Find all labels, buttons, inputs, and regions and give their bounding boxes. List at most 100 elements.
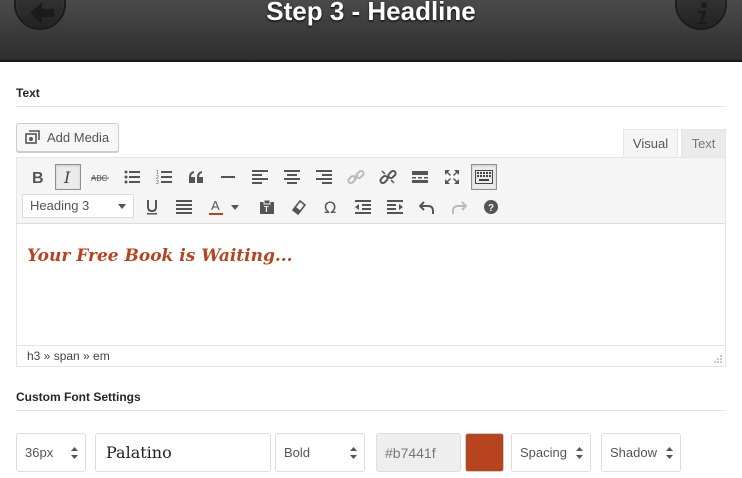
shadow-select[interactable]: Shadow bbox=[601, 433, 681, 472]
horizontal-line-icon bbox=[221, 176, 235, 178]
updown-icon bbox=[666, 447, 673, 459]
help-icon: ? bbox=[484, 200, 498, 214]
svg-text:B: B bbox=[32, 170, 44, 185]
remove-link-button[interactable] bbox=[375, 164, 401, 190]
element-path: h3 » span » em bbox=[27, 349, 110, 363]
text-color-button[interactable]: A bbox=[203, 194, 229, 220]
text-color-dropdown[interactable] bbox=[227, 194, 243, 220]
updown-icon bbox=[71, 447, 78, 459]
headline-text[interactable]: Your Free Book is Waiting... bbox=[27, 246, 715, 266]
color-swatch[interactable] bbox=[465, 433, 504, 472]
format-select-value: Heading 3 bbox=[30, 198, 90, 213]
insert-link-button[interactable] bbox=[343, 164, 369, 190]
color-hex-value: #b7441f bbox=[385, 444, 436, 461]
font-family-value: Palatino bbox=[106, 443, 172, 462]
page-title: Step 3 - Headline bbox=[266, 0, 476, 26]
keyboard-icon bbox=[475, 170, 493, 184]
font-family-input[interactable]: Palatino bbox=[95, 433, 271, 472]
align-left-icon bbox=[252, 170, 268, 184]
bold-icon: B bbox=[32, 170, 44, 185]
numbered-list-icon: 123 bbox=[156, 170, 172, 184]
align-right-icon bbox=[316, 170, 332, 184]
omega-icon: Ω bbox=[324, 199, 336, 215]
horizontal-line-button[interactable] bbox=[215, 164, 241, 190]
bold-button[interactable]: B bbox=[24, 164, 50, 190]
editor-content[interactable]: Your Free Book is Waiting... bbox=[17, 224, 725, 345]
clipboard-icon: T bbox=[260, 199, 274, 214]
clear-formatting-button[interactable] bbox=[286, 194, 312, 220]
fullscreen-icon bbox=[445, 170, 459, 184]
rich-text-editor: B I ABC 123 Heading 3 A T Ω ? Your Free … bbox=[16, 157, 726, 367]
chevron-down-icon bbox=[231, 204, 239, 210]
font-weight-select[interactable]: Bold bbox=[275, 433, 365, 472]
text-color-icon: A bbox=[209, 198, 223, 215]
editor-statusbar: h3 » span » em bbox=[17, 345, 725, 366]
font-size-value: 36px bbox=[25, 445, 54, 460]
align-center-icon bbox=[284, 170, 300, 184]
strikethrough-button[interactable]: ABC bbox=[87, 164, 113, 190]
special-character-button[interactable]: Ω bbox=[318, 194, 344, 220]
spacing-value: Spacing bbox=[520, 445, 567, 460]
numbered-list-button[interactable]: 123 bbox=[151, 164, 177, 190]
bulleted-list-icon bbox=[124, 170, 140, 184]
svg-text:?: ? bbox=[488, 203, 494, 214]
underline-icon bbox=[147, 200, 157, 215]
svg-text:3: 3 bbox=[156, 180, 159, 184]
divider bbox=[16, 106, 726, 107]
underline-button[interactable] bbox=[139, 194, 165, 220]
paste-as-text-button[interactable]: T bbox=[254, 194, 280, 220]
font-settings-label: Custom Font Settings bbox=[16, 390, 141, 404]
spacing-select[interactable]: Spacing bbox=[511, 433, 591, 472]
tab-text[interactable]: Text bbox=[681, 129, 726, 158]
updown-icon bbox=[350, 447, 357, 459]
eraser-icon bbox=[291, 199, 307, 215]
tab-visual[interactable]: Visual bbox=[623, 129, 678, 158]
blockquote-button[interactable] bbox=[183, 164, 209, 190]
help-button[interactable]: ? bbox=[478, 194, 504, 220]
indent-icon bbox=[387, 200, 403, 214]
format-select[interactable]: Heading 3 bbox=[22, 194, 134, 218]
read-more-icon bbox=[412, 171, 428, 183]
svg-text:A: A bbox=[211, 198, 220, 213]
resize-grip-icon[interactable] bbox=[714, 355, 722, 363]
unlink-icon bbox=[379, 169, 397, 185]
bulleted-list-button[interactable] bbox=[119, 164, 145, 190]
redo-button[interactable] bbox=[446, 194, 472, 220]
editor-toolbar: B I ABC 123 Heading 3 A T Ω ? bbox=[17, 158, 725, 224]
shadow-value: Shadow bbox=[610, 445, 657, 460]
italic-button[interactable]: I bbox=[55, 164, 81, 190]
color-hex-input[interactable]: #b7441f bbox=[376, 433, 461, 472]
fullscreen-button[interactable] bbox=[439, 164, 465, 190]
chevron-down-icon bbox=[118, 204, 126, 209]
increase-indent-button[interactable] bbox=[382, 194, 408, 220]
toolbar-toggle-button[interactable] bbox=[471, 164, 497, 190]
link-icon bbox=[347, 169, 365, 185]
media-icon bbox=[25, 129, 40, 144]
updown-icon bbox=[576, 447, 583, 459]
strikethrough-icon: ABC bbox=[91, 174, 109, 183]
align-center-button[interactable] bbox=[279, 164, 305, 190]
svg-text:T: T bbox=[264, 205, 269, 214]
add-media-label: Add Media bbox=[47, 130, 110, 145]
info-icon bbox=[697, 2, 707, 24]
outdent-icon bbox=[355, 200, 371, 214]
align-right-button[interactable] bbox=[311, 164, 337, 190]
undo-button[interactable] bbox=[414, 194, 440, 220]
font-size-select[interactable]: 36px bbox=[16, 433, 86, 472]
undo-icon bbox=[419, 201, 434, 214]
italic-icon: I bbox=[63, 169, 71, 185]
top-header: Step 3 - Headline bbox=[0, 0, 742, 62]
justify-button[interactable] bbox=[171, 194, 197, 220]
divider bbox=[16, 410, 726, 411]
justify-icon bbox=[176, 200, 192, 214]
text-section-label: Text bbox=[16, 86, 40, 100]
add-media-button[interactable]: Add Media bbox=[16, 123, 119, 152]
font-weight-value: Bold bbox=[284, 445, 311, 460]
read-more-button[interactable] bbox=[407, 164, 433, 190]
align-left-button[interactable] bbox=[247, 164, 273, 190]
svg-text:I: I bbox=[63, 169, 71, 185]
svg-text:Ω: Ω bbox=[324, 199, 336, 215]
quote-icon bbox=[189, 171, 203, 183]
decrease-indent-button[interactable] bbox=[350, 194, 376, 220]
redo-icon bbox=[452, 201, 467, 214]
